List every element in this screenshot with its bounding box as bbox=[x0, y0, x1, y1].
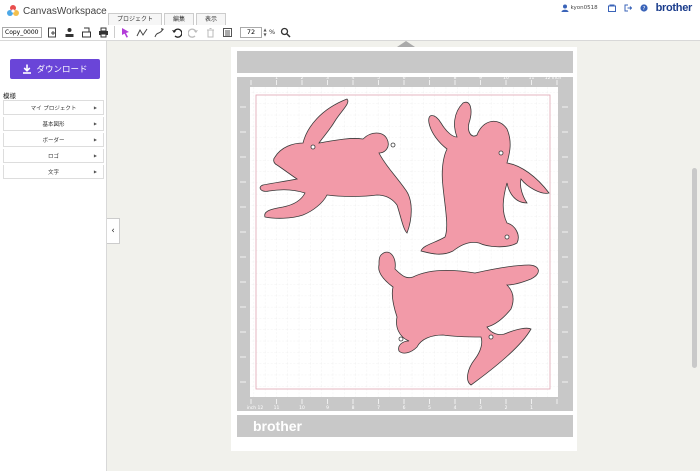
canvas-workspace-logo-icon bbox=[7, 5, 19, 16]
person-import-icon bbox=[65, 27, 73, 37]
chevron-right-icon: ▶ bbox=[93, 105, 97, 110]
delete-button[interactable] bbox=[203, 25, 217, 39]
cutting-mat: 1 2 3 4 5 6 7 8 9 10 11 12 inch inch 12 … bbox=[231, 47, 577, 451]
category-logo[interactable]: ロゴ ▶ bbox=[3, 149, 104, 163]
top-ruler-label: 1 bbox=[275, 75, 278, 81]
logout-icon bbox=[624, 4, 632, 12]
top-ruler-label: 4 bbox=[352, 75, 355, 81]
chevron-right-icon: ▶ bbox=[93, 169, 97, 174]
chevron-right-icon: ▶ bbox=[93, 153, 97, 158]
category-label: ロゴ bbox=[47, 153, 59, 160]
category-border[interactable]: ボーダー ▶ bbox=[3, 133, 104, 147]
draw-tool-button[interactable] bbox=[152, 25, 166, 39]
pointer-icon bbox=[121, 27, 129, 38]
download-button[interactable]: ダウンロード bbox=[10, 59, 100, 79]
new-document-icon bbox=[47, 27, 56, 37]
download-icon bbox=[23, 64, 32, 74]
category-basic-shapes[interactable]: 基本図形 ▶ bbox=[3, 117, 104, 131]
bottom-ruler-label: 2 bbox=[505, 405, 508, 411]
toolbar: ▲▼ % bbox=[2, 24, 292, 40]
collapse-sidebar-button[interactable]: ‹ bbox=[107, 218, 120, 244]
bottom-ruler-label: 9 bbox=[326, 405, 329, 411]
app-header: CanvasWorkspace プロジェクト 編集 表示 Copy_000095… bbox=[0, 0, 700, 41]
sidebar: ダウンロード 模様 マイ プロジェクト ▶ 基本図形 ▶ ボーダー ▶ ロゴ ▶… bbox=[0, 41, 107, 471]
align-button[interactable] bbox=[220, 25, 234, 39]
toolbar-divider bbox=[114, 26, 115, 38]
magnifier-icon bbox=[280, 27, 291, 38]
brand-logo: brother bbox=[655, 2, 693, 14]
bottom-ruler-label: 7 bbox=[377, 405, 380, 411]
help-icon: ? bbox=[639, 4, 648, 12]
bottom-ruler-label: 8 bbox=[352, 405, 355, 411]
shop-icon bbox=[607, 4, 616, 12]
help-button[interactable]: ? bbox=[639, 4, 648, 12]
save-button[interactable] bbox=[79, 25, 93, 39]
chevron-left-icon: ‹ bbox=[111, 226, 115, 236]
category-my-project[interactable]: マイ プロジェクト ▶ bbox=[3, 100, 104, 115]
top-ruler-label: 3 bbox=[326, 75, 329, 81]
bottom-ruler-label: 4 bbox=[454, 405, 457, 411]
undo-icon bbox=[171, 28, 182, 38]
top-ruler-label: 7 bbox=[428, 75, 431, 81]
bottom-ruler-label: inch 12 bbox=[247, 405, 264, 411]
category-list: マイ プロジェクト ▶ 基本図形 ▶ ボーダー ▶ ロゴ ▶ 文字 ▶ bbox=[3, 100, 104, 181]
print-button[interactable] bbox=[96, 25, 110, 39]
shop-button[interactable] bbox=[607, 4, 616, 12]
svg-text:?: ? bbox=[642, 6, 645, 12]
bottom-ruler-label: 11 bbox=[274, 405, 280, 411]
logout-button[interactable] bbox=[624, 4, 632, 12]
category-label: 文字 bbox=[47, 169, 59, 176]
trash-icon bbox=[206, 27, 214, 37]
top-ruler-label: 9 bbox=[479, 75, 482, 81]
app-name: CanvasWorkspace bbox=[23, 5, 107, 17]
node-path-icon bbox=[136, 28, 148, 36]
bottom-ruler-label: 5 bbox=[428, 405, 431, 411]
top-ruler-label: 6 bbox=[403, 75, 406, 81]
mat-top-band bbox=[237, 51, 573, 73]
top-ruler-label: 8 bbox=[454, 75, 457, 81]
download-label: ダウンロード bbox=[36, 65, 88, 75]
bottom-ruler-label: 3 bbox=[479, 405, 482, 411]
category-label: マイ プロジェクト bbox=[30, 105, 77, 112]
top-ruler-label: 10 bbox=[503, 75, 509, 81]
tray-icon bbox=[81, 27, 91, 37]
redo-icon bbox=[187, 28, 198, 38]
category-label: 基本図形 bbox=[42, 121, 65, 128]
patterns-title: 模様 bbox=[3, 92, 16, 100]
chevron-right-icon: ▶ bbox=[93, 121, 97, 126]
top-ruler-label: 5 bbox=[377, 75, 380, 81]
top-ruler-label: 2 bbox=[301, 75, 304, 81]
printer-icon bbox=[98, 27, 108, 37]
new-project-button[interactable] bbox=[45, 25, 59, 39]
category-label: ボーダー bbox=[42, 137, 65, 144]
user-area: kyon0518 ? brother bbox=[561, 2, 693, 14]
top-ruler-label: 11 bbox=[529, 75, 535, 81]
user-icon bbox=[561, 4, 568, 12]
pen-draw-icon bbox=[154, 27, 164, 37]
node-edit-button[interactable] bbox=[135, 25, 149, 39]
zoom-unit: % bbox=[269, 28, 276, 36]
category-text[interactable]: 文字 ▶ bbox=[3, 165, 104, 179]
mat-brand-label: brother bbox=[253, 418, 303, 434]
zoom-stepper[interactable]: ▲ ▼ bbox=[262, 27, 268, 38]
undo-button[interactable] bbox=[169, 25, 183, 39]
filename-field[interactable] bbox=[2, 26, 42, 38]
align-icon bbox=[222, 27, 232, 37]
bottom-ruler-label: 1 bbox=[530, 405, 533, 411]
redo-button[interactable] bbox=[186, 25, 200, 39]
select-tool-button[interactable] bbox=[118, 25, 132, 39]
bottom-ruler-label: 10 bbox=[299, 405, 305, 411]
username[interactable]: kyon0518 bbox=[571, 5, 598, 11]
chevron-right-icon: ▶ bbox=[93, 137, 97, 142]
bottom-ruler-label: 6 bbox=[403, 405, 406, 411]
app-logo[interactable]: CanvasWorkspace bbox=[6, 4, 107, 18]
import-button[interactable] bbox=[62, 25, 76, 39]
top-ruler-label: 12 inch bbox=[545, 75, 562, 81]
zoom-input[interactable] bbox=[240, 26, 262, 38]
vertical-scrollbar[interactable] bbox=[692, 168, 697, 368]
zoom-button[interactable] bbox=[278, 25, 292, 39]
cutting-mat-drawing: 1 2 3 4 5 6 7 8 9 10 11 12 inch inch 12 … bbox=[237, 51, 573, 437]
